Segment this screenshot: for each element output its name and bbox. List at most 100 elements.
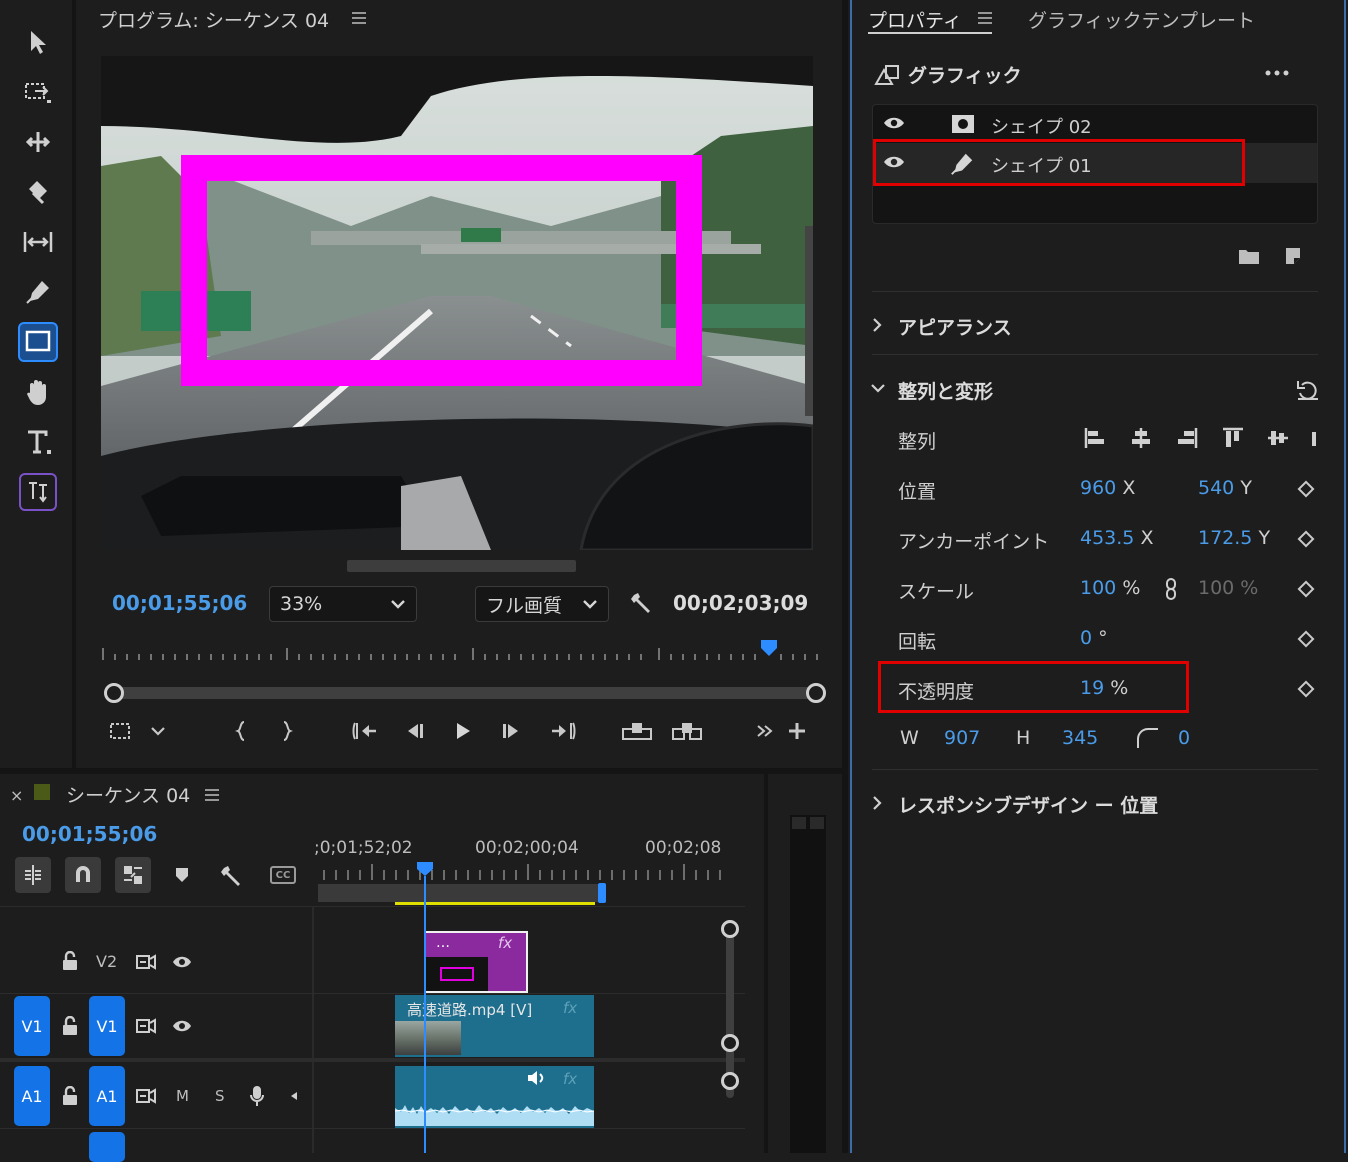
sync-lock-icon[interactable] xyxy=(136,1088,156,1104)
keyframe-toggle-icon[interactable] xyxy=(1297,680,1315,698)
track-select-tool-icon[interactable] xyxy=(18,72,58,112)
width-value[interactable]: 907 xyxy=(944,727,980,749)
insert-sequence-nest-icon[interactable] xyxy=(15,857,51,893)
play-icon[interactable] xyxy=(450,718,476,744)
source-patch-a1[interactable]: A1 xyxy=(14,1066,50,1126)
wrench-settings-icon[interactable] xyxy=(220,864,244,888)
eye-icon[interactable] xyxy=(883,116,905,130)
anchor-x[interactable]: 453.5 X xyxy=(1080,527,1153,549)
selection-tool-icon[interactable] xyxy=(18,22,58,62)
graphic-clip[interactable]: … fx xyxy=(424,931,528,993)
vertical-type-tool-icon[interactable] xyxy=(18,472,58,512)
corner-radius-value[interactable]: 0 xyxy=(1178,727,1190,749)
more-controls-icon[interactable] xyxy=(754,718,776,744)
eye-icon[interactable] xyxy=(172,1019,192,1033)
position-x[interactable]: 960 X xyxy=(1080,477,1135,499)
hand-tool-icon[interactable] xyxy=(18,372,58,412)
section-responsive-design[interactable]: レスポンシブデザイン ー 位置 xyxy=(898,791,1158,818)
zoom-level-dropdown[interactable]: 33% xyxy=(269,586,417,622)
program-video-frame[interactable] xyxy=(101,56,813,550)
track-target-v1[interactable]: V1 xyxy=(89,996,125,1056)
safe-margins-icon[interactable] xyxy=(106,718,134,744)
track-zoom-scrollbar[interactable] xyxy=(721,920,739,1153)
chevron-down-icon[interactable] xyxy=(870,383,886,393)
ripple-edit-tool-icon[interactable] xyxy=(18,122,58,162)
keyframe-toggle-icon[interactable] xyxy=(1297,530,1315,548)
step-back-icon[interactable] xyxy=(402,718,428,744)
sync-lock-icon[interactable] xyxy=(136,1018,156,1034)
timeline-playhead[interactable] xyxy=(417,862,433,876)
height-value[interactable]: 345 xyxy=(1062,727,1098,749)
scale-value[interactable]: 100 % xyxy=(1080,577,1140,599)
chevron-right-icon[interactable] xyxy=(872,795,882,811)
track-expand-icon[interactable] xyxy=(290,1091,298,1101)
monitor-zoom-bar[interactable] xyxy=(104,683,826,703)
work-area-bar[interactable] xyxy=(318,884,602,902)
panel-menu-icon[interactable] xyxy=(205,789,219,801)
panel-menu-icon[interactable] xyxy=(352,12,366,24)
solo-button[interactable]: S xyxy=(215,1087,225,1105)
zoom-handle-right[interactable] xyxy=(806,683,826,703)
slip-tool-icon[interactable] xyxy=(18,222,58,262)
track-target-a2[interactable] xyxy=(89,1132,125,1162)
shape-01-rectangle[interactable] xyxy=(181,155,702,386)
monitor-current-timecode[interactable]: 00;01;55;06 xyxy=(112,591,247,615)
lock-icon[interactable] xyxy=(62,1016,78,1036)
section-appearance[interactable]: アピアランス xyxy=(898,313,1012,340)
lock-icon[interactable] xyxy=(62,1086,78,1106)
razor-tool-icon[interactable] xyxy=(18,172,58,212)
monitor-time-ruler[interactable] xyxy=(101,640,821,662)
anchor-y[interactable]: 172.5 Y xyxy=(1198,527,1270,549)
monitor-scrollbar[interactable] xyxy=(347,560,576,572)
add-marker-icon[interactable] xyxy=(174,866,190,884)
align-right-icon[interactable] xyxy=(1175,426,1199,450)
align-top-icon[interactable] xyxy=(1221,426,1245,450)
zoom-handle-left[interactable] xyxy=(104,683,124,703)
type-tool-icon[interactable] xyxy=(18,422,58,462)
add-button-icon[interactable] xyxy=(786,718,808,744)
panel-menu-icon[interactable] xyxy=(978,12,992,24)
reset-icon[interactable] xyxy=(1296,379,1320,401)
go-to-in-icon[interactable] xyxy=(350,718,380,744)
section-align-transform[interactable]: 整列と変形 xyxy=(898,377,993,404)
rotation-value[interactable]: 0 ° xyxy=(1080,627,1108,649)
extract-icon[interactable] xyxy=(670,718,704,744)
tab-graphic-templates[interactable]: グラフィックテンプレート xyxy=(1028,6,1255,33)
timeline-title[interactable]: シーケンス 04 xyxy=(66,781,190,808)
keyframe-toggle-icon[interactable] xyxy=(1297,480,1315,498)
close-icon[interactable]: × xyxy=(10,786,23,805)
rectangle-tool-icon[interactable] xyxy=(18,322,58,362)
more-options-icon[interactable] xyxy=(1264,68,1290,78)
go-to-out-icon[interactable] xyxy=(548,718,578,744)
linked-selection-icon[interactable] xyxy=(115,857,151,893)
mark-out-icon[interactable] xyxy=(276,718,298,744)
chevron-down-icon[interactable] xyxy=(146,718,170,744)
new-layer-icon[interactable] xyxy=(1284,246,1302,266)
work-area-end-handle[interactable] xyxy=(598,883,606,903)
snap-magnet-icon[interactable] xyxy=(65,857,101,893)
mute-button[interactable]: M xyxy=(176,1087,189,1105)
align-horizontal-center-icon[interactable] xyxy=(1129,426,1153,450)
align-left-icon[interactable] xyxy=(1083,426,1107,450)
chevron-right-icon[interactable] xyxy=(872,317,882,333)
step-forward-icon[interactable] xyxy=(498,718,524,744)
track-target-a1[interactable]: A1 xyxy=(89,1066,125,1126)
wrench-settings-icon[interactable] xyxy=(630,591,654,615)
pen-tool-icon[interactable] xyxy=(18,272,58,312)
new-group-folder-icon[interactable] xyxy=(1238,247,1260,265)
mark-in-icon[interactable] xyxy=(230,718,252,744)
layer-row-shape-02[interactable]: シェイプ 02 xyxy=(873,105,1317,143)
align-bottom-icon[interactable] xyxy=(1310,426,1318,450)
chain-link-icon[interactable] xyxy=(1164,577,1178,601)
position-y[interactable]: 540 Y xyxy=(1198,477,1252,499)
playback-quality-dropdown[interactable]: フル画質 xyxy=(475,586,609,622)
captions-icon[interactable]: CC xyxy=(270,866,296,884)
eye-icon[interactable] xyxy=(172,955,192,969)
microphone-icon[interactable] xyxy=(249,1085,265,1107)
keyframe-toggle-icon[interactable] xyxy=(1297,630,1315,648)
sync-lock-icon[interactable] xyxy=(136,954,156,970)
timeline-time-ruler[interactable] xyxy=(318,862,728,880)
tab-properties[interactable]: プロパティ xyxy=(868,6,962,33)
lift-icon[interactable] xyxy=(620,718,654,744)
source-patch-v1[interactable]: V1 xyxy=(14,996,50,1056)
